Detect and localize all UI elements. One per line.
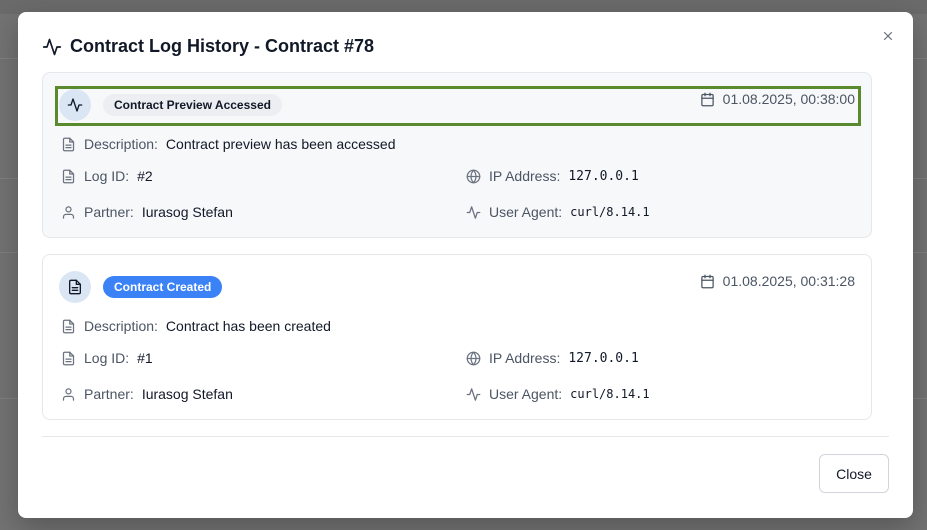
user-agent-value: curl/8.14.1 xyxy=(570,205,650,219)
modal-title: Contract Log History - Contract #78 xyxy=(70,36,375,56)
log-id-label: Log ID: xyxy=(84,168,130,184)
log-entry: Contract Created 01.08.2025, 00:31:28 De… xyxy=(42,254,872,420)
activity-icon xyxy=(42,37,62,57)
user-agent-field: User Agent: curl/8.14.1 xyxy=(466,204,650,220)
ip-address-label: IP Address: xyxy=(489,350,561,366)
log-entry-header: Contract Preview Accessed xyxy=(59,89,282,121)
description-label: Description: xyxy=(84,136,158,152)
ip-address-field: IP Address: 127.0.0.1 xyxy=(466,350,639,366)
user-agent-field: User Agent: curl/8.14.1 xyxy=(466,386,650,402)
ip-address-label: IP Address: xyxy=(489,168,561,184)
partner-label: Partner: xyxy=(84,204,134,220)
close-icon[interactable] xyxy=(881,29,895,43)
log-id-value: #2 xyxy=(137,168,153,184)
modal-header: Contract Log History - Contract #78 xyxy=(42,36,374,57)
log-timestamp: 01.08.2025, 00:31:28 xyxy=(700,273,855,289)
log-timestamp: 01.08.2025, 00:38:00 xyxy=(700,91,855,107)
partner-field: Partner: Iurasog Stefan xyxy=(61,204,233,220)
timestamp-text: 01.08.2025, 00:38:00 xyxy=(722,91,855,107)
description-field: Description: Contract has been created xyxy=(61,318,331,334)
background-divider xyxy=(0,178,18,179)
timestamp-text: 01.08.2025, 00:31:28 xyxy=(722,273,855,289)
calendar-icon xyxy=(700,274,715,289)
globe-icon xyxy=(466,351,481,366)
file-text-icon xyxy=(61,319,76,334)
log-entry: Contract Preview Accessed 01.08.2025, 00… xyxy=(42,72,872,238)
background-divider xyxy=(0,252,18,253)
log-id-value: #1 xyxy=(137,350,153,366)
log-entry-header: Contract Created xyxy=(59,271,223,303)
background-divider xyxy=(913,178,927,179)
event-type-badge: Contract Created xyxy=(103,276,223,298)
file-text-icon xyxy=(61,137,76,152)
partner-field: Partner: Iurasog Stefan xyxy=(61,386,233,402)
background-divider xyxy=(913,398,927,399)
user-agent-label: User Agent: xyxy=(489,204,563,220)
background-divider xyxy=(0,58,18,59)
log-history-modal: Contract Log History - Contract #78 Cont… xyxy=(18,12,913,518)
file-text-icon xyxy=(61,351,76,366)
log-id-field: Log ID: #1 xyxy=(61,350,153,366)
log-id-field: Log ID: #2 xyxy=(61,168,153,184)
ip-address-field: IP Address: 127.0.0.1 xyxy=(466,168,639,184)
background-divider xyxy=(0,398,18,399)
calendar-icon xyxy=(700,92,715,107)
ip-address-value: 127.0.0.1 xyxy=(568,350,639,366)
event-type-badge: Contract Preview Accessed xyxy=(103,94,282,116)
close-button[interactable]: Close xyxy=(819,454,889,493)
background-divider xyxy=(913,58,927,59)
activity-icon xyxy=(59,89,91,121)
footer-divider xyxy=(42,436,889,437)
ip-address-value: 127.0.0.1 xyxy=(568,168,639,184)
description-label: Description: xyxy=(84,318,158,334)
partner-value: Iurasog Stefan xyxy=(141,386,233,402)
log-id-label: Log ID: xyxy=(84,350,130,366)
description-value: Contract preview has been accessed xyxy=(165,136,396,152)
partner-label: Partner: xyxy=(84,386,134,402)
user-agent-value: curl/8.14.1 xyxy=(570,387,650,401)
file-text-icon xyxy=(61,169,76,184)
user-agent-label: User Agent: xyxy=(489,386,563,402)
user-icon xyxy=(61,205,76,220)
user-icon xyxy=(61,387,76,402)
description-value: Contract has been created xyxy=(165,318,331,334)
background-divider xyxy=(913,252,927,253)
activity-icon xyxy=(466,387,481,402)
partner-value: Iurasog Stefan xyxy=(141,204,233,220)
document-icon xyxy=(59,271,91,303)
globe-icon xyxy=(466,169,481,184)
description-field: Description: Contract preview has been a… xyxy=(61,136,396,152)
activity-icon xyxy=(466,205,481,220)
